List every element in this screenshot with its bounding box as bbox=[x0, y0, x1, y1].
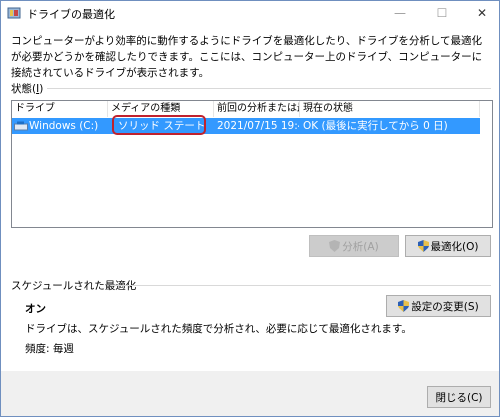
optimize-label: 最適化(O) bbox=[430, 241, 479, 253]
status-header-label: 状態( bbox=[11, 83, 37, 95]
defrag-app-icon bbox=[7, 7, 21, 19]
schedule-description: ドライブは、スケジュールされた頻度で分析され、必要に応じて最適化されます。 bbox=[25, 323, 412, 335]
schedule-frequency: 頻度: 毎週 bbox=[25, 343, 74, 355]
status-divider bbox=[47, 88, 491, 89]
schedule-divider bbox=[111, 285, 491, 286]
footer-bar: 閉じる(C) bbox=[1, 371, 499, 416]
list-header: ドライブ メディアの種類 前回の分析または最... 現在の状態 bbox=[12, 101, 492, 117]
col-header-current-status[interactable]: 現在の状態 bbox=[300, 101, 480, 117]
optimize-button[interactable]: 最適化(O) bbox=[405, 235, 491, 257]
close-icon[interactable]: ✕ bbox=[465, 1, 499, 25]
change-settings-button[interactable]: 設定の変更(S) bbox=[386, 295, 491, 317]
change-settings-label: 設定の変更(S) bbox=[411, 301, 479, 313]
uac-shield-icon bbox=[329, 240, 341, 252]
media-type-highlight bbox=[112, 115, 206, 135]
uac-shield-icon bbox=[417, 240, 429, 252]
drives-list[interactable]: ドライブ メディアの種類 前回の分析または最... 現在の状態 Windows … bbox=[11, 100, 493, 228]
uac-shield-icon bbox=[398, 300, 410, 312]
analyze-button[interactable]: 分析(A) bbox=[309, 235, 399, 257]
analyze-label: 分析(A) bbox=[342, 241, 379, 253]
maximize-icon[interactable]: ☐ bbox=[425, 1, 459, 25]
drive-name: Windows (C:) bbox=[29, 120, 99, 132]
window-title: ドライブの最適化 bbox=[27, 8, 115, 21]
table-row[interactable]: Windows (C:) ソリッド ステート ドライブ 2021/07/15 1… bbox=[12, 115, 480, 135]
col-header-drive[interactable]: ドライブ bbox=[12, 101, 108, 117]
minimize-icon[interactable]: — bbox=[383, 1, 417, 25]
title-bar: ドライブの最適化 — ☐ ✕ bbox=[1, 1, 499, 25]
last-run: 2021/07/15 19:40 bbox=[217, 120, 299, 132]
close-button[interactable]: 閉じる(C) bbox=[427, 386, 491, 408]
schedule-state: オン bbox=[25, 303, 46, 315]
current-status: OK (最後に実行してから 0 日) bbox=[303, 120, 448, 132]
description-text: コンピューターがより効率的に動作するようにドライブを最適化したり、ドライブを分析… bbox=[11, 35, 483, 79]
optimize-drives-window: ドライブの最適化 — ☐ ✕ コンピューターがより効率的に動作するようにドライブ… bbox=[0, 0, 500, 417]
drive-icon bbox=[14, 121, 28, 131]
col-header-last-run[interactable]: 前回の分析または最... bbox=[214, 101, 300, 117]
status-section-header: 状態(I) bbox=[11, 81, 43, 96]
status-header-end: ) bbox=[39, 83, 44, 95]
